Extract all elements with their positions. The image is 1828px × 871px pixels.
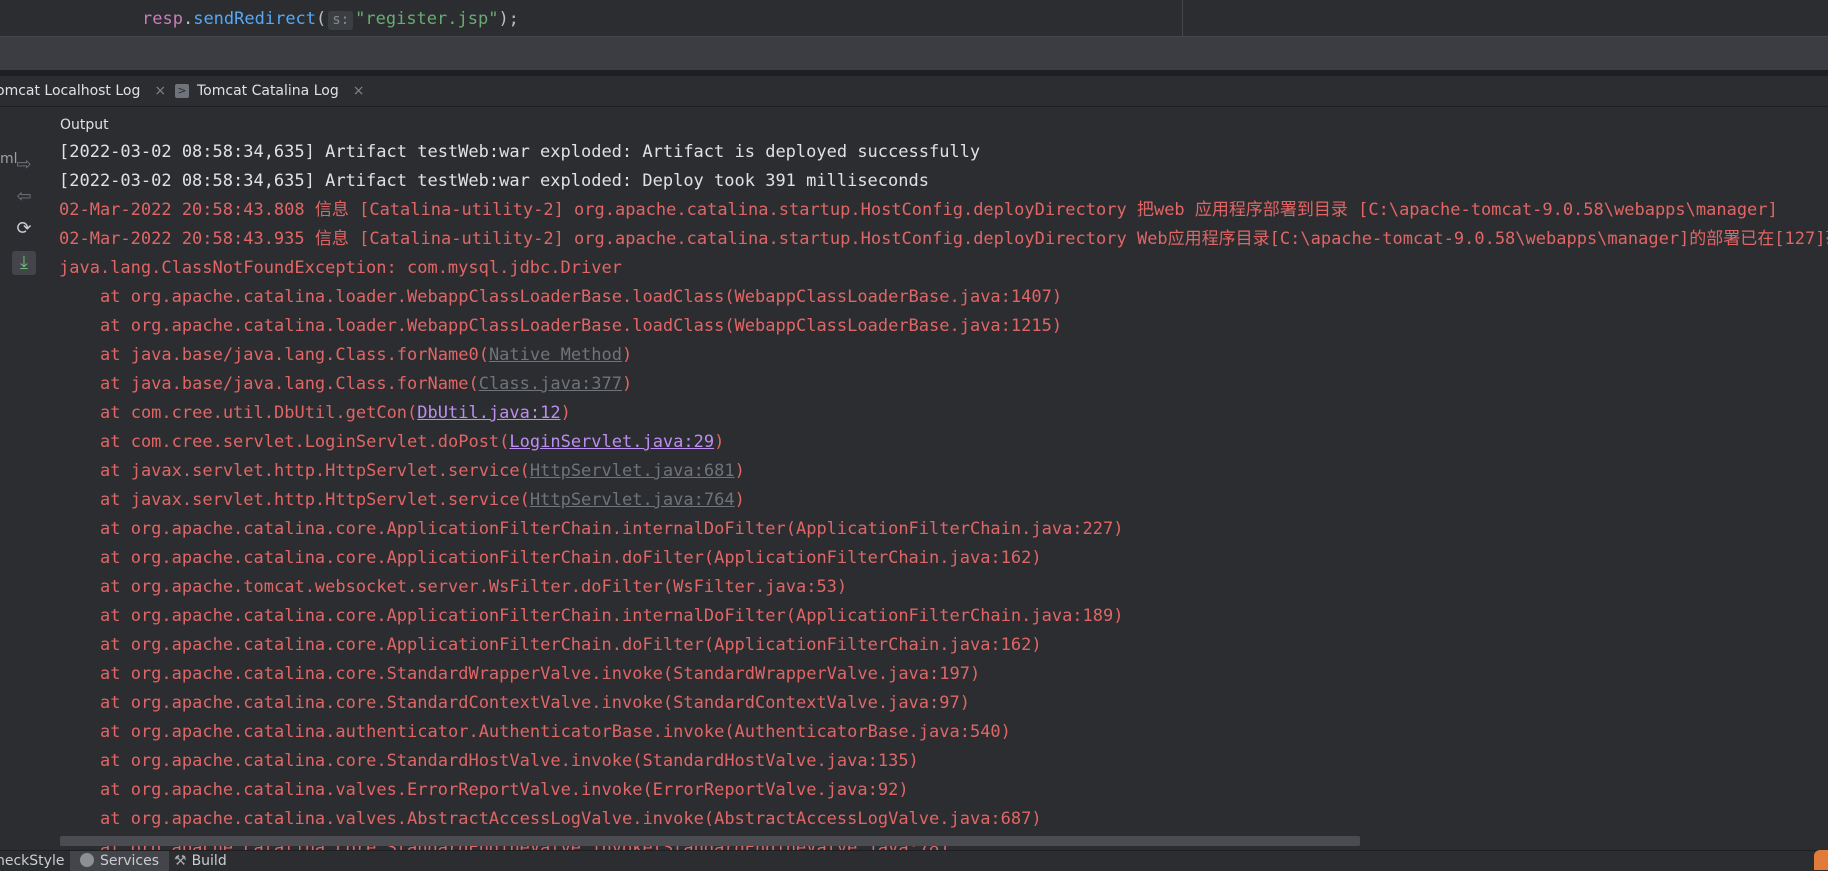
log-line: [2022-03-02 08:58:34,635] Artifact testW… (59, 143, 981, 162)
code-token-paren-open: ( (316, 9, 327, 29)
log-line: 02-Mar-2022 20:58:43.935 信息 [Catalina-ut… (59, 229, 1828, 249)
tab-tomcat-localhost-log[interactable]: omcat Localhost Log × (0, 76, 166, 106)
stack-trace-line: at javax.servlet.http.HttpServlet.servic… (100, 457, 745, 486)
tool-label: Build (191, 853, 227, 869)
code-token-dot: . (182, 9, 194, 29)
stack-trace-line: at org.apache.catalina.core.ApplicationF… (100, 602, 1124, 631)
editor-bottom-bar (0, 36, 1828, 71)
source-link[interactable]: HttpServlet.java:681 (530, 461, 735, 481)
stack-trace-line: at org.apache.catalina.loader.WebappClas… (100, 283, 1062, 312)
stack-text: at com.cree.servlet.LoginServlet.doPost( (100, 432, 510, 452)
tool-label: heckStyle (0, 853, 65, 869)
stack-text: ) (714, 432, 725, 452)
exception-line: java.lang.ClassNotFoundException: com.my… (59, 258, 622, 278)
tool-label: Services (100, 853, 160, 869)
code-token-variable: resp (142, 9, 183, 29)
stack-trace-line: at org.apache.catalina.core.StandardWrap… (100, 660, 980, 689)
stack-text: at org.apache.catalina.authenticator.Aut… (100, 722, 1011, 742)
refresh-icon[interactable]: ⟳ (12, 217, 36, 241)
console-toolbar: ml ⇨ ⇦ ⟳ ⤓ (0, 143, 49, 850)
stack-text: at org.apache.catalina.loader.WebappClas… (100, 316, 1063, 336)
code-line[interactable]: resp.sendRedirect(s: "register.jsp"); (142, 9, 519, 30)
console-output[interactable]: [2022-03-02 08:58:34,635] Artifact testW… (48, 143, 1828, 850)
stack-trace-line: at org.apache.catalina.core.ApplicationF… (100, 544, 1042, 573)
stack-text: at org.apache.catalina.core.ApplicationF… (100, 519, 1124, 539)
stack-text: at javax.servlet.http.HttpServlet.servic… (100, 461, 530, 481)
services-tabs-bar: omcat Localhost Log × > Tomcat Catalina Lo… (0, 76, 1828, 107)
stack-trace-line: at javax.servlet.http.HttpServlet.servic… (100, 486, 745, 515)
horizontal-scrollbar[interactable] (60, 836, 1360, 846)
log-line: 02-Mar-2022 20:58:43.808 信息 [Catalina-ut… (59, 200, 1778, 220)
stack-trace-line: at com.cree.util.DbUtil.getCon(DbUtil.ja… (100, 399, 571, 428)
code-token-paren-close: ); (498, 9, 519, 29)
tool-build[interactable]: ⚒ Build (174, 851, 227, 871)
stack-text: at org.apache.tomcat.websocket.server.Ws… (100, 577, 848, 597)
hammer-icon: ⚒ (174, 853, 187, 869)
stack-trace-line: at org.apache.catalina.core.StandardCont… (100, 689, 970, 718)
up-arrow-icon[interactable]: ⇨ (12, 153, 36, 177)
close-icon[interactable]: × (154, 83, 166, 99)
parameter-hint: s: (328, 11, 354, 30)
tool-window-bar: heckStyle Services ⚒ Build (0, 850, 1828, 871)
code-token-string: "register.jsp" (355, 9, 499, 29)
stack-text: at java.base/java.lang.Class.forName( (100, 374, 479, 394)
stack-text: ) (622, 374, 633, 394)
stack-text: at org.apache.catalina.core.StandardHost… (100, 751, 919, 771)
output-header: Output (0, 107, 1828, 144)
tab-label: omcat Localhost Log (0, 83, 141, 99)
stack-text: at org.apache.catalina.core.StandardWrap… (100, 664, 981, 684)
source-link[interactable]: LoginServlet.java:29 (509, 432, 714, 452)
stack-text: at java.base/java.lang.Class.forName0( (100, 345, 489, 365)
tool-services[interactable]: Services (70, 851, 170, 871)
stack-trace-line: at org.apache.catalina.core.ApplicationF… (100, 631, 1042, 660)
stack-trace-line: at org.apache.catalina.core.StandardHost… (100, 747, 919, 776)
stack-trace-line: at org.apache.catalina.valves.ErrorRepor… (100, 776, 909, 805)
log-line: [2022-03-02 08:58:34,635] Artifact testW… (59, 171, 929, 191)
stack-text: ) (734, 461, 745, 481)
stack-text: at org.apache.catalina.core.ApplicationF… (100, 635, 1042, 655)
stack-text: at javax.servlet.http.HttpServlet.servic… (100, 490, 530, 510)
code-editor[interactable]: resp.sendRedirect(s: "register.jsp"); (0, 0, 1828, 36)
output-label: Output (60, 117, 109, 133)
stack-trace-line: at org.apache.catalina.authenticator.Aut… (100, 718, 1011, 747)
tool-checkstyle[interactable]: heckStyle (0, 851, 64, 871)
services-icon (80, 853, 94, 867)
stack-trace-line: at java.base/java.lang.Class.forName(Cla… (100, 370, 632, 399)
close-icon[interactable]: × (353, 83, 365, 99)
notification-badge-icon[interactable] (1814, 850, 1828, 870)
stack-text: at org.apache.catalina.valves.ErrorRepor… (100, 780, 909, 800)
source-link[interactable]: Native Method (489, 345, 622, 365)
stack-text: at org.apache.catalina.valves.AbstractAc… (100, 809, 1042, 829)
stack-trace-line: at org.apache.catalina.core.ApplicationF… (100, 515, 1124, 544)
stack-trace-line: at org.apache.tomcat.websocket.server.Ws… (100, 573, 847, 602)
down-arrow-icon[interactable]: ⇦ (12, 185, 36, 209)
stack-text: at org.apache.catalina.loader.WebappClas… (100, 287, 1063, 307)
stack-text: ) (734, 490, 745, 510)
stack-text: at com.cree.util.DbUtil.getCon( (100, 403, 418, 423)
scroll-to-end-icon[interactable]: ⤓ (12, 251, 36, 275)
stack-trace-line: at com.cree.servlet.LoginServlet.doPost(… (100, 428, 724, 457)
code-token-method: sendRedirect (193, 9, 317, 29)
stack-trace-line: at org.apache.catalina.loader.WebappClas… (100, 312, 1062, 341)
tab-label: Tomcat Catalina Log (197, 83, 339, 99)
stack-text: ) (622, 345, 633, 365)
stack-text: at org.apache.catalina.core.ApplicationF… (100, 606, 1124, 626)
stack-trace-line: at org.apache.catalina.valves.AbstractAc… (100, 805, 1042, 834)
stack-trace-line: at java.base/java.lang.Class.forName0(Na… (100, 341, 632, 370)
stack-text: at org.apache.catalina.core.StandardCont… (100, 693, 970, 713)
source-link[interactable]: Class.java:377 (479, 374, 622, 394)
terminal-icon: > (175, 84, 189, 98)
source-link[interactable]: HttpServlet.java:764 (530, 490, 735, 510)
stack-text: ) (560, 403, 571, 423)
source-link[interactable]: DbUtil.java:12 (417, 403, 560, 423)
stack-text: at org.apache.catalina.core.ApplicationF… (100, 548, 1042, 568)
editor-right-margin-guide (1182, 0, 1183, 36)
tab-tomcat-catalina-log[interactable]: > Tomcat Catalina Log × (175, 76, 364, 106)
